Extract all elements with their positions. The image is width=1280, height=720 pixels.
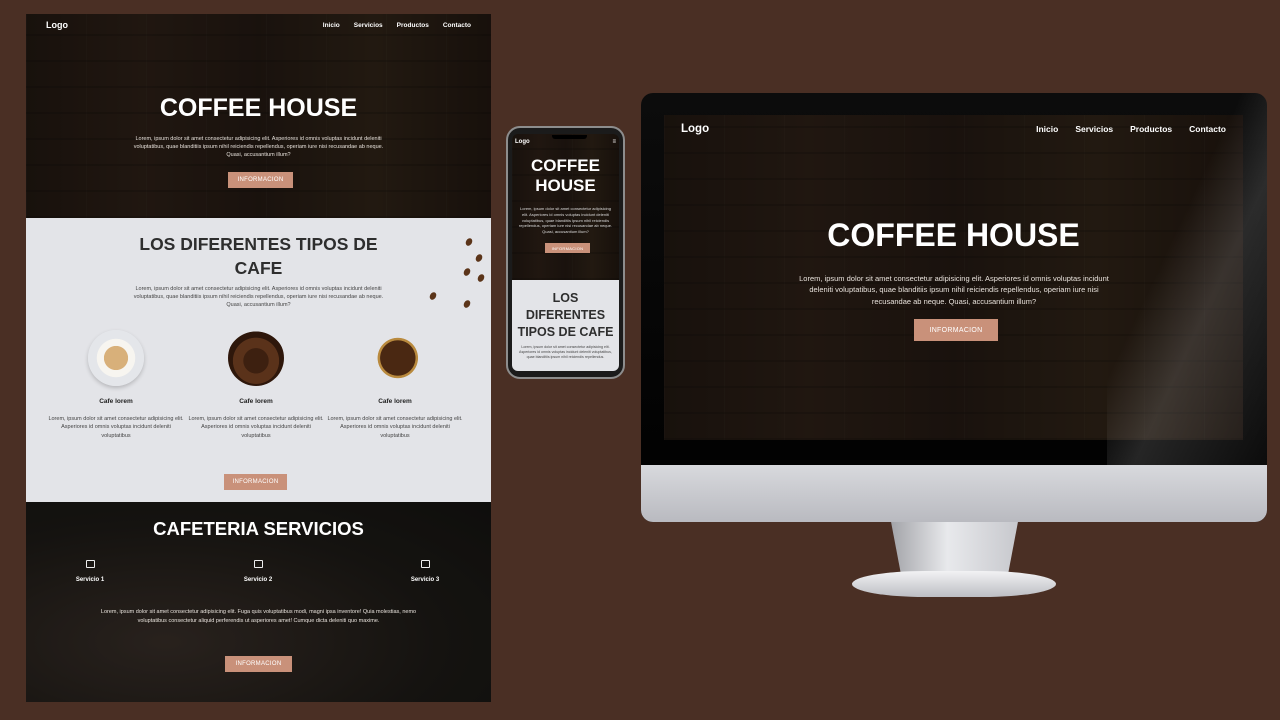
coffee-card-name: Cafe lorem	[239, 398, 273, 405]
desktop-mockup: Logo Inicio Servicios Productos Contacto…	[26, 14, 491, 702]
coffee-machine-icon	[253, 560, 263, 568]
coffee-card: Cafe lorem Lorem, ipsum dolor sit amet c…	[46, 330, 186, 440]
coffee-bean-decoration	[462, 299, 472, 309]
service-item[interactable]: Servicio 1	[50, 560, 130, 583]
hero-section: Logo Inicio Servicios Productos Contacto…	[26, 14, 491, 218]
monitor-logo[interactable]: Logo	[681, 123, 709, 135]
nav-menu: Inicio Servicios Productos Contacto	[323, 22, 471, 29]
phone-types-section: LOS DIFERENTES TIPOS DE CAFE Lorem, ipsu…	[512, 280, 619, 371]
nav-link-productos[interactable]: Productos	[1130, 124, 1172, 134]
coffee-card-desc: Lorem, ipsum dolor sit amet consectetur …	[327, 416, 463, 439]
service-label: Servicio 3	[410, 577, 440, 583]
phone-hero-title: COFFEE HOUSE	[531, 156, 600, 196]
nav-link-productos[interactable]: Productos	[397, 22, 429, 29]
coffee-beans-bowl-image	[228, 330, 284, 386]
services-info-button[interactable]: INFORMACION	[225, 656, 292, 672]
coffee-card-desc: Lorem, ipsum dolor sit amet consectetur …	[188, 416, 324, 439]
nav-link-inicio[interactable]: Inicio	[1036, 124, 1058, 134]
phone-hero-section: Logo ≡ COFFEE HOUSE Lorem, ipsum dolor s…	[512, 134, 619, 280]
section-title: LOS DIFERENTES TIPOS DE CAFE	[139, 234, 378, 279]
monitor-chin	[641, 465, 1267, 522]
phone-section-text: Lorem, ipsum dolor sit amet consectetur …	[519, 344, 612, 359]
phone-notch	[552, 135, 587, 139]
navbar: Logo Inicio Servicios Productos Contacto	[26, 14, 491, 36]
coffee-bean-decoration	[476, 273, 486, 283]
monitor-mockup: Logo Inicio Servicios Productos Contacto…	[641, 93, 1267, 522]
phone-logo[interactable]: Logo	[515, 139, 530, 145]
latte-cup-image	[88, 330, 144, 386]
coffee-types-section: LOS DIFERENTES TIPOS DE CAFE Lorem, ipsu…	[26, 218, 491, 502]
service-label: Servicio 1	[75, 577, 105, 583]
phone-info-button[interactable]: INFORMACION	[545, 243, 590, 253]
nav-link-servicios[interactable]: Servicios	[354, 22, 383, 29]
types-info-button[interactable]: INFORMACION	[224, 474, 287, 490]
monitor-hero-title: COFFEE HOUSE	[827, 217, 1080, 253]
hero-title: COFFEE HOUSE	[159, 94, 358, 122]
nav-link-contacto[interactable]: Contacto	[443, 22, 471, 29]
hero-text: Lorem, ipsum dolor sit amet consectetur …	[133, 136, 384, 158]
phone-mockup: Logo ≡ COFFEE HOUSE Lorem, ipsum dolor s…	[506, 126, 625, 379]
monitor-info-button[interactable]: INFORMACION	[914, 319, 998, 341]
coffee-card: Cafe lorem Lorem, ipsum dolor sit amet c…	[186, 330, 326, 440]
monitor-stand-base	[852, 571, 1056, 597]
phone-hero-text: Lorem, ipsum dolor sit amet consectetur …	[518, 206, 613, 235]
section-text: Lorem, ipsum dolor sit amet consectetur …	[133, 286, 384, 308]
services-title: CAFETERIA SERVICIOS	[153, 518, 364, 539]
coffee-card-name: Cafe lorem	[99, 398, 133, 405]
coffee-bean-decoration	[462, 267, 472, 277]
services-section: CAFETERIA SERVICIOS Servicio 1 Servicio …	[26, 502, 491, 702]
coffee-mug-icon	[420, 560, 430, 568]
monitor-screen: Logo Inicio Servicios Productos Contacto…	[664, 115, 1243, 440]
coffee-card-desc: Lorem, ipsum dolor sit amet consectetur …	[48, 416, 184, 439]
monitor-navbar: Logo Inicio Servicios Productos Contacto	[664, 115, 1243, 143]
monitor-stand-neck	[891, 522, 1018, 574]
nav-link-inicio[interactable]: Inicio	[323, 22, 340, 29]
service-label: Servicio 2	[243, 577, 273, 583]
coffee-bean-decoration	[464, 237, 474, 247]
service-item[interactable]: Servicio 2	[218, 560, 298, 583]
monitor-hero-text: Lorem, ipsum dolor sit amet consectetur …	[799, 274, 1109, 306]
logo[interactable]: Logo	[46, 20, 68, 30]
phone-section-title: LOS DIFERENTES TIPOS DE CAFE	[517, 291, 614, 339]
nav-link-contacto[interactable]: Contacto	[1189, 124, 1226, 134]
coffee-bean-decoration	[474, 253, 484, 263]
hero-info-button[interactable]: INFORMACION	[228, 172, 293, 188]
coffee-card: Cafe lorem Lorem, ipsum dolor sit amet c…	[325, 330, 465, 440]
hamburger-menu-icon[interactable]: ≡	[612, 139, 616, 145]
nav-link-servicios[interactable]: Servicios	[1075, 124, 1113, 134]
coffee-card-name: Cafe lorem	[378, 398, 412, 405]
monitor-nav-menu: Inicio Servicios Productos Contacto	[1036, 124, 1226, 134]
service-item[interactable]: Servicio 3	[385, 560, 465, 583]
coffee-bean-decoration	[428, 291, 438, 301]
coffee-beans-cup-image	[367, 330, 423, 386]
services-text: Lorem, ipsum dolor sit amet consectetur …	[100, 609, 417, 624]
phone-screen: Logo ≡ COFFEE HOUSE Lorem, ipsum dolor s…	[512, 134, 619, 371]
coffee-cup-icon	[85, 560, 95, 568]
